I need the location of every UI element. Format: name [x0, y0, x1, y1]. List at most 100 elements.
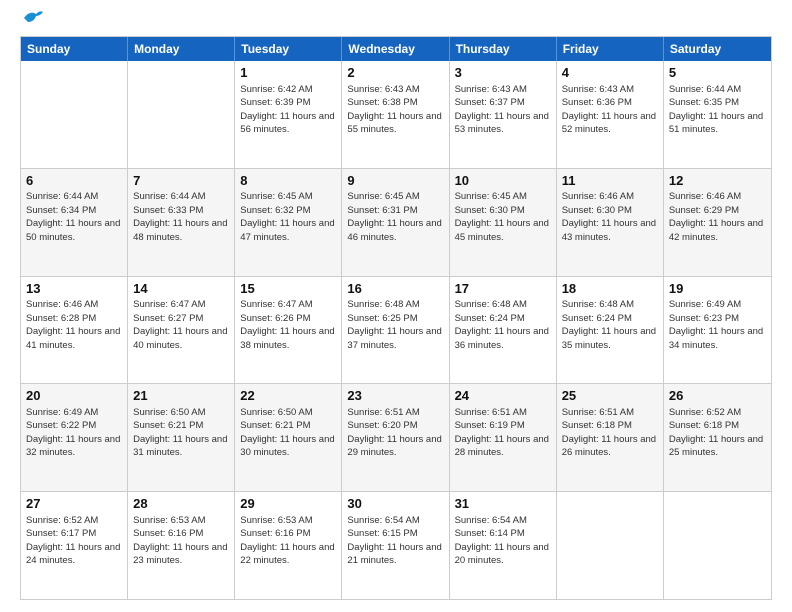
- calendar-header: SundayMondayTuesdayWednesdayThursdayFrid…: [21, 37, 771, 61]
- day-info: Sunrise: 6:48 AM Sunset: 6:25 PM Dayligh…: [347, 299, 441, 351]
- calendar-cell: 1 Sunrise: 6:42 AM Sunset: 6:39 PM Daylig…: [235, 61, 342, 168]
- day-number: 25: [562, 387, 658, 405]
- day-info: Sunrise: 6:45 AM Sunset: 6:30 PM Dayligh…: [455, 191, 549, 243]
- day-info: Sunrise: 6:42 AM Sunset: 6:39 PM Dayligh…: [240, 84, 334, 136]
- calendar-cell: 3 Sunrise: 6:43 AM Sunset: 6:37 PM Daylig…: [450, 61, 557, 168]
- day-info: Sunrise: 6:49 AM Sunset: 6:23 PM Dayligh…: [669, 299, 763, 351]
- header: [20, 16, 772, 26]
- calendar-cell: 18Sunrise: 6:48 AM Sunset: 6:24 PM Dayli…: [557, 277, 664, 384]
- day-info: Sunrise: 6:50 AM Sunset: 6:21 PM Dayligh…: [240, 407, 334, 459]
- day-info: Sunrise: 6:43 AM Sunset: 6:38 PM Dayligh…: [347, 84, 441, 136]
- calendar-row: 27Sunrise: 6:52 AM Sunset: 6:17 PM Dayli…: [21, 491, 771, 599]
- calendar-cell: 25 Sunrise: 6:51 AM Sunset: 6:18 PM Dayli…: [557, 384, 664, 491]
- day-info: Sunrise: 6:50 AM Sunset: 6:21 PM Dayligh…: [133, 407, 227, 459]
- day-info: Sunrise: 6:44 AM Sunset: 6:35 PM Dayligh…: [669, 84, 763, 136]
- weekday-header-sunday: Sunday: [21, 37, 128, 61]
- calendar-cell: 4Sunrise: 6:43 AM Sunset: 6:36 PM Daylig…: [557, 61, 664, 168]
- day-number: 31: [455, 495, 551, 513]
- calendar-cell: 10Sunrise: 6:45 AM Sunset: 6:30 PM Dayli…: [450, 169, 557, 276]
- calendar-cell: [128, 61, 235, 168]
- day-info: Sunrise: 6:48 AM Sunset: 6:24 PM Dayligh…: [455, 299, 549, 351]
- day-number: 19: [669, 280, 766, 298]
- calendar-cell: 8Sunrise: 6:45 AM Sunset: 6:32 PM Daylig…: [235, 169, 342, 276]
- day-number: 29: [240, 495, 336, 513]
- calendar-cell: 31 Sunrise: 6:54 AM Sunset: 6:14 PM Dayli…: [450, 492, 557, 599]
- day-info: Sunrise: 6:46 AM Sunset: 6:28 PM Dayligh…: [26, 299, 120, 351]
- day-info: Sunrise: 6:52 AM Sunset: 6:18 PM Dayligh…: [669, 407, 763, 459]
- calendar-cell: 11Sunrise: 6:46 AM Sunset: 6:30 PM Dayli…: [557, 169, 664, 276]
- day-number: 3: [455, 64, 551, 82]
- day-info: Sunrise: 6:47 AM Sunset: 6:27 PM Dayligh…: [133, 299, 227, 351]
- calendar-cell: 15Sunrise: 6:47 AM Sunset: 6:26 PM Dayli…: [235, 277, 342, 384]
- calendar-row: 6Sunrise: 6:44 AM Sunset: 6:34 PM Daylig…: [21, 168, 771, 276]
- calendar-cell: 5 Sunrise: 6:44 AM Sunset: 6:35 PM Daylig…: [664, 61, 771, 168]
- weekday-header-tuesday: Tuesday: [235, 37, 342, 61]
- weekday-header-monday: Monday: [128, 37, 235, 61]
- day-info: Sunrise: 6:52 AM Sunset: 6:17 PM Dayligh…: [26, 515, 120, 567]
- calendar-cell: 27Sunrise: 6:52 AM Sunset: 6:17 PM Dayli…: [21, 492, 128, 599]
- day-info: Sunrise: 6:44 AM Sunset: 6:34 PM Dayligh…: [26, 191, 120, 243]
- day-number: 9: [347, 172, 443, 190]
- day-info: Sunrise: 6:48 AM Sunset: 6:24 PM Dayligh…: [562, 299, 656, 351]
- calendar-cell: 16Sunrise: 6:48 AM Sunset: 6:25 PM Dayli…: [342, 277, 449, 384]
- logo-bird-icon: [22, 8, 44, 26]
- calendar-cell: 30 Sunrise: 6:54 AM Sunset: 6:15 PM Dayli…: [342, 492, 449, 599]
- calendar-cell: [557, 492, 664, 599]
- page: SundayMondayTuesdayWednesdayThursdayFrid…: [0, 0, 792, 612]
- calendar-cell: 17Sunrise: 6:48 AM Sunset: 6:24 PM Dayli…: [450, 277, 557, 384]
- day-info: Sunrise: 6:54 AM Sunset: 6:14 PM Dayligh…: [455, 515, 549, 567]
- calendar-cell: 22 Sunrise: 6:50 AM Sunset: 6:21 PM Dayli…: [235, 384, 342, 491]
- day-info: Sunrise: 6:46 AM Sunset: 6:29 PM Dayligh…: [669, 191, 763, 243]
- day-number: 16: [347, 280, 443, 298]
- calendar-cell: 19Sunrise: 6:49 AM Sunset: 6:23 PM Dayli…: [664, 277, 771, 384]
- day-number: 10: [455, 172, 551, 190]
- day-info: Sunrise: 6:44 AM Sunset: 6:33 PM Dayligh…: [133, 191, 227, 243]
- calendar-cell: 23Sunrise: 6:51 AM Sunset: 6:20 PM Dayli…: [342, 384, 449, 491]
- day-number: 24: [455, 387, 551, 405]
- calendar-cell: 20 Sunrise: 6:49 AM Sunset: 6:22 PM Dayli…: [21, 384, 128, 491]
- calendar-cell: 21 Sunrise: 6:50 AM Sunset: 6:21 PM Dayli…: [128, 384, 235, 491]
- calendar-cell: [664, 492, 771, 599]
- weekday-header-friday: Friday: [557, 37, 664, 61]
- day-number: 12: [669, 172, 766, 190]
- day-number: 26: [669, 387, 766, 405]
- weekday-header-thursday: Thursday: [450, 37, 557, 61]
- calendar-cell: 6Sunrise: 6:44 AM Sunset: 6:34 PM Daylig…: [21, 169, 128, 276]
- day-info: Sunrise: 6:47 AM Sunset: 6:26 PM Dayligh…: [240, 299, 334, 351]
- calendar-row: 20 Sunrise: 6:49 AM Sunset: 6:22 PM Dayli…: [21, 383, 771, 491]
- calendar: SundayMondayTuesdayWednesdayThursdayFrid…: [20, 36, 772, 600]
- day-number: 11: [562, 172, 658, 190]
- day-number: 2: [347, 64, 443, 82]
- day-number: 23: [347, 387, 443, 405]
- calendar-cell: 26 Sunrise: 6:52 AM Sunset: 6:18 PM Dayli…: [664, 384, 771, 491]
- day-info: Sunrise: 6:54 AM Sunset: 6:15 PM Dayligh…: [347, 515, 441, 567]
- day-number: 21: [133, 387, 229, 405]
- day-number: 5: [669, 64, 766, 82]
- day-number: 7: [133, 172, 229, 190]
- day-number: 20: [26, 387, 122, 405]
- logo: [20, 16, 44, 26]
- weekday-header-wednesday: Wednesday: [342, 37, 449, 61]
- day-number: 1: [240, 64, 336, 82]
- calendar-body: 1 Sunrise: 6:42 AM Sunset: 6:39 PM Daylig…: [21, 61, 771, 599]
- calendar-cell: [21, 61, 128, 168]
- calendar-cell: 12Sunrise: 6:46 AM Sunset: 6:29 PM Dayli…: [664, 169, 771, 276]
- calendar-cell: 7Sunrise: 6:44 AM Sunset: 6:33 PM Daylig…: [128, 169, 235, 276]
- calendar-row: 1 Sunrise: 6:42 AM Sunset: 6:39 PM Daylig…: [21, 61, 771, 168]
- day-number: 17: [455, 280, 551, 298]
- day-info: Sunrise: 6:49 AM Sunset: 6:22 PM Dayligh…: [26, 407, 120, 459]
- day-number: 28: [133, 495, 229, 513]
- calendar-cell: 28Sunrise: 6:53 AM Sunset: 6:16 PM Dayli…: [128, 492, 235, 599]
- day-info: Sunrise: 6:46 AM Sunset: 6:30 PM Dayligh…: [562, 191, 656, 243]
- calendar-cell: 13Sunrise: 6:46 AM Sunset: 6:28 PM Dayli…: [21, 277, 128, 384]
- calendar-cell: 29 Sunrise: 6:53 AM Sunset: 6:16 PM Dayli…: [235, 492, 342, 599]
- day-number: 22: [240, 387, 336, 405]
- day-number: 13: [26, 280, 122, 298]
- calendar-cell: 14Sunrise: 6:47 AM Sunset: 6:27 PM Dayli…: [128, 277, 235, 384]
- day-info: Sunrise: 6:51 AM Sunset: 6:18 PM Dayligh…: [562, 407, 656, 459]
- day-info: Sunrise: 6:43 AM Sunset: 6:37 PM Dayligh…: [455, 84, 549, 136]
- day-number: 30: [347, 495, 443, 513]
- day-info: Sunrise: 6:43 AM Sunset: 6:36 PM Dayligh…: [562, 84, 656, 136]
- day-info: Sunrise: 6:53 AM Sunset: 6:16 PM Dayligh…: [240, 515, 334, 567]
- calendar-cell: 9Sunrise: 6:45 AM Sunset: 6:31 PM Daylig…: [342, 169, 449, 276]
